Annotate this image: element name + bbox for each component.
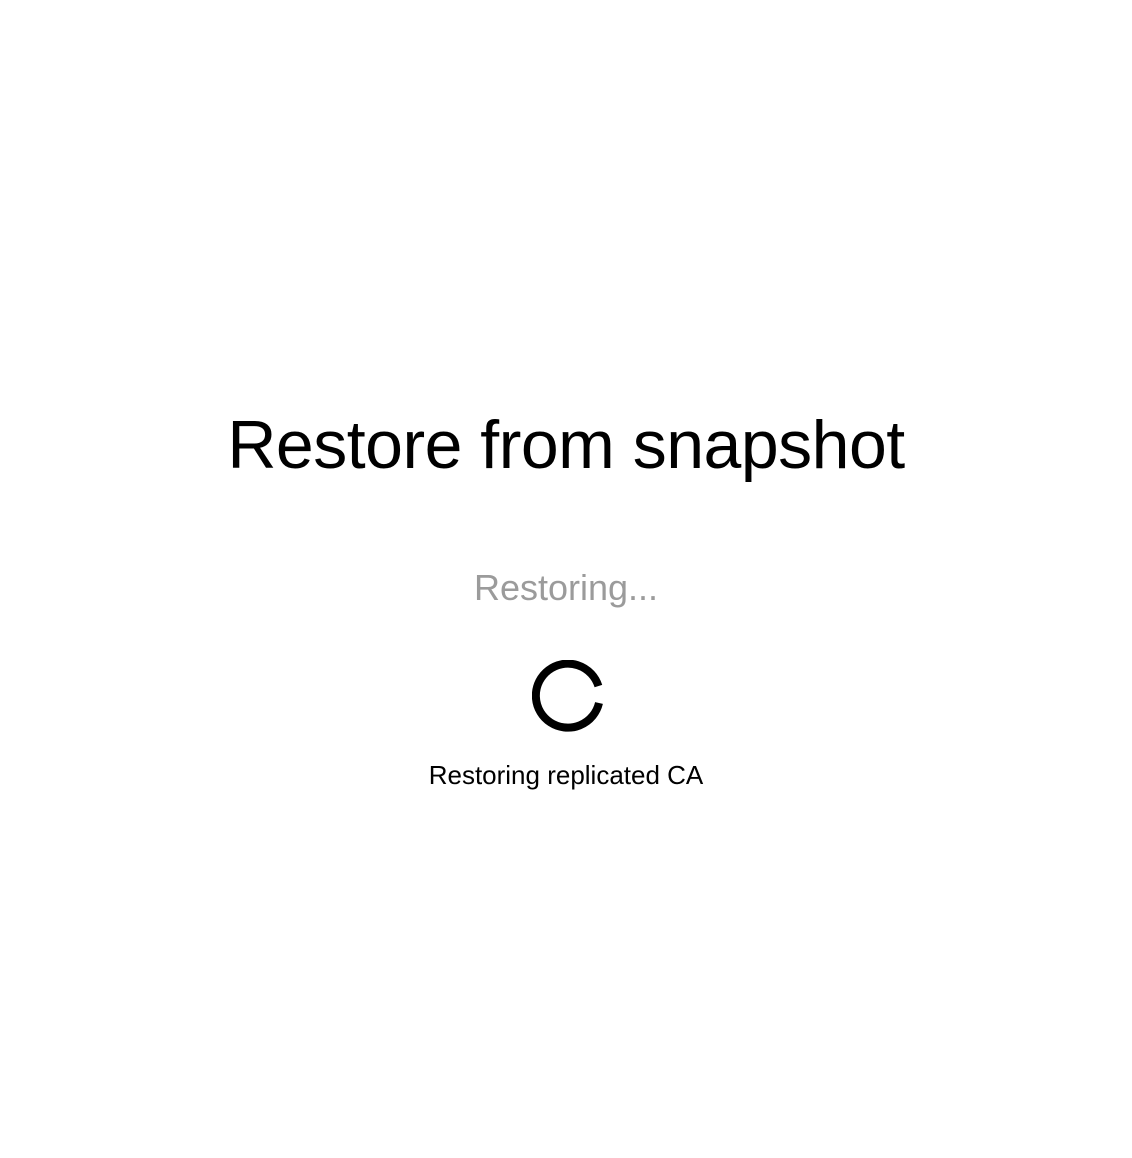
- loading-spinner-icon: [531, 659, 604, 732]
- page-title: Restore from snapshot: [227, 407, 905, 483]
- current-step-text: Restoring replicated CA: [428, 760, 704, 790]
- spinner-arc: [531, 659, 603, 732]
- restore-progress-view: Restore from snapshot Restoring... Resto…: [0, 0, 1132, 1158]
- spinner-graphic: [531, 659, 603, 732]
- status-text: Restoring...: [473, 567, 659, 608]
